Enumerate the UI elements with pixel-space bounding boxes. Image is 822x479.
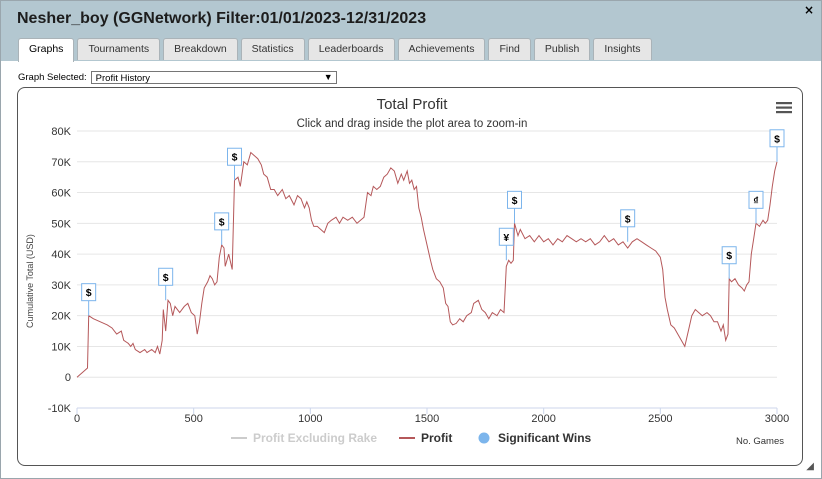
y-tick-label: -10K [48,403,72,415]
graph-selector-label: Graph Selected: [18,72,87,83]
y-tick-label: 60K [51,188,71,200]
legend-item-profit[interactable]: Profit [399,431,452,445]
x-tick-label: 2000 [531,413,555,425]
significant-win-flag[interactable]: $ [81,283,97,316]
x-tick-label: 3000 [765,413,789,425]
graph-select-dropdown[interactable]: Profit History ▼ [90,71,337,84]
legend-label: Profit [421,431,452,445]
y-tick-label: 70K [51,157,71,169]
x-tick-label: 1500 [415,413,439,425]
close-icon[interactable]: × [804,3,814,17]
tab-graphs[interactable]: Graphs [18,38,75,62]
y-tick-label: 0 [65,372,71,384]
legend-item-profit-excluding-rake[interactable]: Profit Excluding Rake [231,431,377,445]
chevron-down-icon: ▼ [323,72,333,82]
win-flag-label: $ [163,272,169,284]
tab-bar: Graphs Tournaments Breakdown Statistics Lead… [18,38,655,62]
chart-subtitle: Click and drag inside the plot area to z… [297,118,528,130]
title-bar: Nesher_boy (GGNetwork) Filter:01/01/2023… [1,1,821,62]
tab-publish[interactable]: Publish [533,38,591,60]
significant-win-flag[interactable]: $ [227,147,242,181]
y-tick-label: 30K [51,280,71,292]
stats-window: Nesher_boy (GGNetwork) Filter:01/01/2023… [0,0,822,479]
win-flag-label: $ [232,152,238,164]
chart-title: Total Profit [377,96,449,113]
legend-label: Significant Wins [498,431,592,445]
chart-container: Total Profit Click and drag inside the p… [17,87,803,466]
legend-label: Profit Excluding Rake [253,431,377,445]
x-axis-label: No. Games [736,436,784,447]
x-tick-label: 2500 [648,413,672,425]
win-flag-label: $ [219,216,225,228]
y-tick-label: 50K [51,218,71,230]
tab-statistics[interactable]: Statistics [240,38,305,60]
graph-selector: Graph Selected: Profit History ▼ [18,71,337,84]
tab-achievements[interactable]: Achievements [397,38,486,60]
y-tick-label: 40K [51,249,71,261]
win-flag-label: $ [625,213,631,225]
win-flag-label: ₫ [753,195,758,207]
profit-chart[interactable]: Total Profit Click and drag inside the p… [18,88,802,465]
tab-find[interactable]: Find [488,38,531,60]
resize-handle-icon[interactable]: ◢ [806,461,814,472]
x-tick-label: 1000 [298,413,322,425]
chart-legend: Profit Excluding Rake Profit Significant W… [231,431,592,445]
win-flag-label: $ [512,195,518,207]
hamburger-menu-icon[interactable] [776,102,792,114]
win-flag-label: $ [726,250,732,262]
win-flag-label: $ [774,133,780,145]
y-axis-label: Cumulative Total (USD) [25,234,35,328]
significant-win-flag[interactable]: $ [507,190,522,224]
y-tick-label: 80K [51,126,71,138]
significant-win-flag[interactable]: $ [620,209,636,242]
significant-win-flag[interactable]: $ [214,212,230,245]
profit-series-line [76,151,778,378]
window-title: Nesher_boy (GGNetwork) Filter:01/01/2023… [17,10,427,27]
tab-breakdown[interactable]: Breakdown [163,38,238,60]
significant-win-flag[interactable]: ¥ [498,227,514,261]
tab-tournaments[interactable]: Tournaments [77,38,161,60]
significant-win-flag[interactable]: $ [158,267,174,301]
significant-win-flag[interactable]: $ [769,129,785,162]
tab-insights[interactable]: Insights [593,38,652,60]
y-tick-label: 10K [51,341,71,353]
graph-select-value: Profit History [95,73,151,84]
x-tick-label: 0 [74,413,80,425]
win-flag-label: ¥ [503,232,509,244]
legend-item-significant-wins[interactable]: Significant Wins [478,431,592,445]
y-tick-label: 20K [51,311,71,323]
win-flag-label: $ [86,287,92,299]
x-tick-label: 500 [184,413,202,425]
significant-win-flag[interactable]: ₫ [748,190,764,224]
tab-leaderboards[interactable]: Leaderboards [307,38,395,60]
significant-win-flag[interactable]: $ [721,246,737,279]
